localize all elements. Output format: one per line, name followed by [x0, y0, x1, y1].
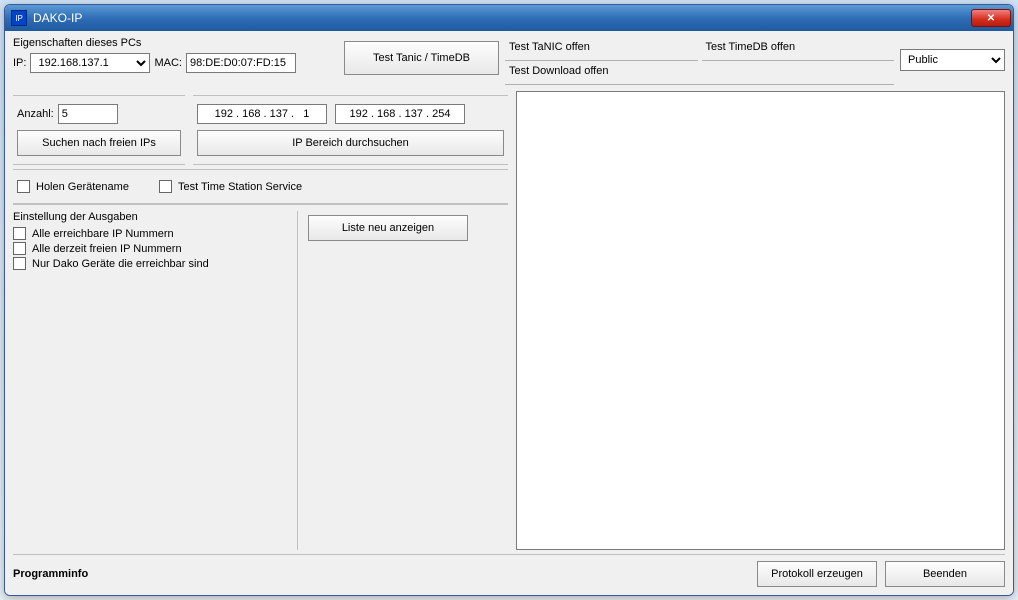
client-area: Eigenschaften dieses PCs IP: 192.168.137…	[5, 31, 1013, 595]
output-settings-left: Einstellung der Ausgaben Alle erreichbar…	[13, 211, 298, 550]
count-label: Anzahl:	[17, 108, 54, 120]
mid-area: Anzahl: Suchen nach freien IPs IP Bereic…	[13, 91, 1005, 550]
checkbox-icon	[13, 257, 26, 270]
output-settings-header: Einstellung der Ausgaben	[13, 211, 289, 223]
count-section: Anzahl: Suchen nach freien IPs	[13, 95, 185, 165]
titlebar[interactable]: IP DAKO-IP ✕	[5, 5, 1013, 31]
only-dako-label: Nur Dako Geräte die erreichbar sind	[32, 258, 209, 270]
test-tss-checkbox[interactable]: Test Time Station Service	[159, 180, 302, 193]
scan-range-button[interactable]: IP Bereich durchsuchen	[197, 130, 504, 156]
mac-field[interactable]	[186, 53, 296, 73]
refresh-list-button[interactable]: Liste neu anzeigen	[308, 215, 468, 241]
checkbox-icon	[13, 242, 26, 255]
main-window: IP DAKO-IP ✕ Eigenschaften dieses PCs IP…	[4, 4, 1014, 596]
ip-from-field[interactable]	[197, 104, 327, 124]
pc-properties-header: Eigenschaften dieses PCs	[13, 37, 338, 49]
test-tanic-button[interactable]: Test Tanic / TimeDB	[344, 41, 499, 75]
mac-label: MAC:	[154, 57, 182, 69]
get-devicename-label: Holen Gerätename	[36, 181, 129, 193]
left-column: Anzahl: Suchen nach freien IPs IP Bereic…	[13, 91, 508, 550]
mode-combobox[interactable]: Public	[900, 49, 1005, 71]
status-download: Test Download offen	[505, 63, 894, 85]
footer: Programminfo Protokoll erzeugen Beenden	[13, 554, 1005, 587]
range-section: IP Bereich durchsuchen	[193, 95, 508, 165]
ip-to-field[interactable]	[335, 104, 465, 124]
get-devicename-checkbox[interactable]: Holen Gerätename	[17, 180, 129, 193]
protocol-button[interactable]: Protokoll erzeugen	[757, 561, 877, 587]
only-dako-checkbox[interactable]: Nur Dako Geräte die erreichbar sind	[13, 257, 289, 270]
window-title: DAKO-IP	[33, 11, 971, 25]
all-reachable-label: Alle erreichbare IP Nummern	[32, 228, 174, 240]
ip-label: IP:	[13, 57, 26, 69]
pc-properties-group: Eigenschaften dieses PCs IP: 192.168.137…	[13, 37, 338, 73]
status-tanic: Test TaNIC offen	[505, 39, 698, 61]
ip-combobox[interactable]: 192.168.137.1	[30, 53, 150, 73]
result-listbox[interactable]	[516, 91, 1005, 550]
exit-button[interactable]: Beenden	[885, 561, 1005, 587]
all-reachable-checkbox[interactable]: Alle erreichbare IP Nummern	[13, 227, 289, 240]
checkbox-icon	[17, 180, 30, 193]
close-icon: ✕	[987, 13, 995, 24]
close-button[interactable]: ✕	[971, 9, 1011, 27]
status-timedb: Test TimeDB offen	[702, 39, 895, 61]
top-area: Eigenschaften dieses PCs IP: 192.168.137…	[13, 37, 1005, 85]
checkbox-icon	[159, 180, 172, 193]
all-free-checkbox[interactable]: Alle derzeit freien IP Nummern	[13, 242, 289, 255]
options-section: Holen Gerätename Test Time Station Servi…	[13, 169, 508, 204]
output-settings-right: Liste neu anzeigen	[308, 211, 508, 550]
search-free-ips-button[interactable]: Suchen nach freien IPs	[17, 130, 181, 156]
programinfo-label: Programminfo	[13, 568, 88, 580]
count-input[interactable]	[58, 104, 118, 124]
output-settings-section: Einstellung der Ausgaben Alle erreichbar…	[13, 204, 508, 550]
status-grid: Test TaNIC offen Test TimeDB offen Test …	[505, 39, 894, 85]
checkbox-icon	[13, 227, 26, 240]
app-icon: IP	[11, 10, 27, 26]
test-tss-label: Test Time Station Service	[178, 181, 302, 193]
all-free-label: Alle derzeit freien IP Nummern	[32, 243, 182, 255]
